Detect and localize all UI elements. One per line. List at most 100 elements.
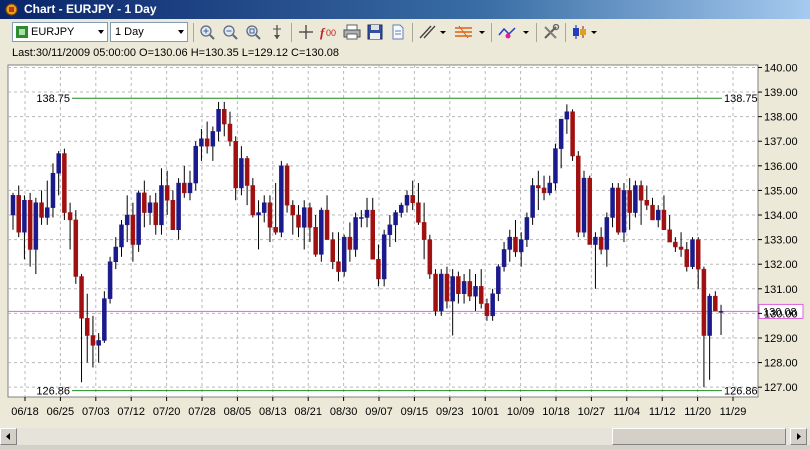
bear-candle [153, 202, 158, 226]
save-icon[interactable] [365, 23, 385, 41]
x-tick-label: 10/27 [578, 406, 606, 418]
x-tick-label: 10/09 [507, 406, 535, 418]
zoom-in-icon[interactable] [198, 23, 218, 41]
bear-candle [182, 182, 187, 194]
price-chart[interactable]: 138.75 138.75 126.86 126.86 130.08 127.00 128… [0, 61, 810, 428]
y-tick-label: 140.00 [764, 62, 798, 74]
bull-candle [610, 187, 615, 218]
scroll-right-button[interactable] [790, 428, 807, 445]
toolbar-separator [193, 23, 194, 42]
bear-candle [644, 200, 650, 206]
x-tick-label: 06/18 [11, 406, 39, 418]
bull-candle [581, 177, 587, 233]
y-tick-label: 137.00 [764, 136, 798, 148]
crosshair-icon[interactable] [296, 23, 316, 41]
x-tick-label: 09/23 [436, 406, 464, 418]
window-titlebar[interactable]: Chart - EURJPY - 1 Day [0, 0, 810, 19]
bull-candle [107, 261, 113, 299]
chart-toolbar: EURJPY 1 Day f 00 [0, 19, 810, 47]
bull-candle [359, 217, 364, 219]
bull-candle [341, 236, 347, 272]
bull-candle [119, 224, 124, 248]
y-tick-label: 127.00 [764, 382, 798, 394]
bull-candle [399, 204, 404, 213]
bear-candle [250, 185, 256, 216]
fibonacci-icon[interactable] [452, 23, 488, 41]
bear-candle [284, 165, 290, 206]
bull-candle [193, 145, 198, 184]
bull-candle [187, 182, 193, 194]
y-tick-label: 136.00 [764, 161, 798, 173]
y-tick-label: 139.00 [764, 87, 798, 99]
bear-candle [484, 303, 490, 317]
zoom-reset-icon[interactable] [244, 23, 264, 41]
x-tick-label: 07/20 [153, 406, 181, 418]
toolbar-separator [536, 23, 537, 42]
bear-candle [673, 241, 678, 248]
bull-candle [690, 239, 695, 267]
horizontal-scrollbar[interactable] [0, 428, 810, 445]
x-tick-label: 08/30 [330, 406, 358, 418]
scrollbar-thumb[interactable] [612, 428, 786, 445]
bull-candle [501, 249, 507, 267]
bull-candle [496, 266, 501, 294]
symbol-select[interactable]: EURJPY [12, 22, 108, 42]
bear-candle [444, 273, 450, 302]
bull-candle [124, 214, 130, 226]
bear-candle [39, 202, 44, 218]
bull-candle [301, 207, 307, 228]
bear-candle [290, 204, 296, 216]
bear-candle [701, 268, 707, 336]
bear-candle [410, 195, 415, 203]
bull-candle [604, 217, 610, 250]
bear-candle [433, 273, 438, 312]
candlestick-chart[interactable]: 138.75 138.75126.86 126.86130.08 127.00128… [0, 61, 810, 428]
indicator-icon[interactable] [496, 23, 532, 41]
bear-candle [456, 276, 461, 294]
bear-candle [204, 138, 210, 147]
x-tick-label: 08/13 [259, 406, 287, 418]
candlestick-icon[interactable] [570, 23, 600, 41]
x-tick-label: 11/20 [684, 406, 711, 418]
symbol-icon [16, 26, 28, 38]
toolbar-separator [565, 23, 566, 42]
bull-candle [239, 158, 244, 189]
bear-candle [467, 281, 473, 297]
ohlc-info-text: Last:30/11/2009 05:00:00 O=130.06 H=130.… [12, 47, 340, 59]
bull-candle [439, 273, 444, 312]
bear-candle [513, 236, 518, 253]
settings-icon[interactable] [541, 23, 561, 41]
bull-candle [547, 182, 552, 194]
document-icon[interactable] [388, 23, 408, 41]
bear-candle [142, 192, 147, 213]
bull-candle [256, 212, 261, 216]
bull-candle [102, 298, 107, 341]
bull-candle [558, 118, 564, 149]
x-tick-label: 06/25 [47, 406, 75, 418]
timeframe-select[interactable]: 1 Day [110, 22, 188, 42]
bear-candle [227, 123, 233, 142]
function-icon[interactable]: f 00 [319, 23, 339, 41]
bull-candle [507, 236, 513, 250]
print-icon[interactable] [342, 23, 362, 41]
zoom-out-icon[interactable] [221, 23, 241, 41]
x-tick-label: 08/21 [294, 406, 322, 418]
bear-candle [376, 259, 381, 280]
x-tick-label: 07/28 [188, 406, 216, 418]
bear-candle [222, 109, 227, 125]
toolbar-separator [412, 23, 413, 42]
bull-candle [530, 185, 535, 218]
bull-candle [718, 311, 724, 313]
bear-candle [478, 286, 484, 304]
bear-candle [570, 111, 575, 157]
ohlc-info-bar: Last:30/11/2009 05:00:00 O=130.06 H=130.… [0, 46, 810, 61]
bull-candle [147, 202, 153, 213]
cursor-icon[interactable] [267, 23, 287, 41]
bear-candle [427, 239, 433, 275]
trendline-icon[interactable] [417, 23, 447, 41]
scroll-left-button[interactable] [0, 428, 17, 445]
bear-candle [678, 246, 684, 250]
bear-candle [73, 219, 79, 277]
bear-candle [267, 202, 273, 228]
bull-candle [553, 148, 558, 184]
